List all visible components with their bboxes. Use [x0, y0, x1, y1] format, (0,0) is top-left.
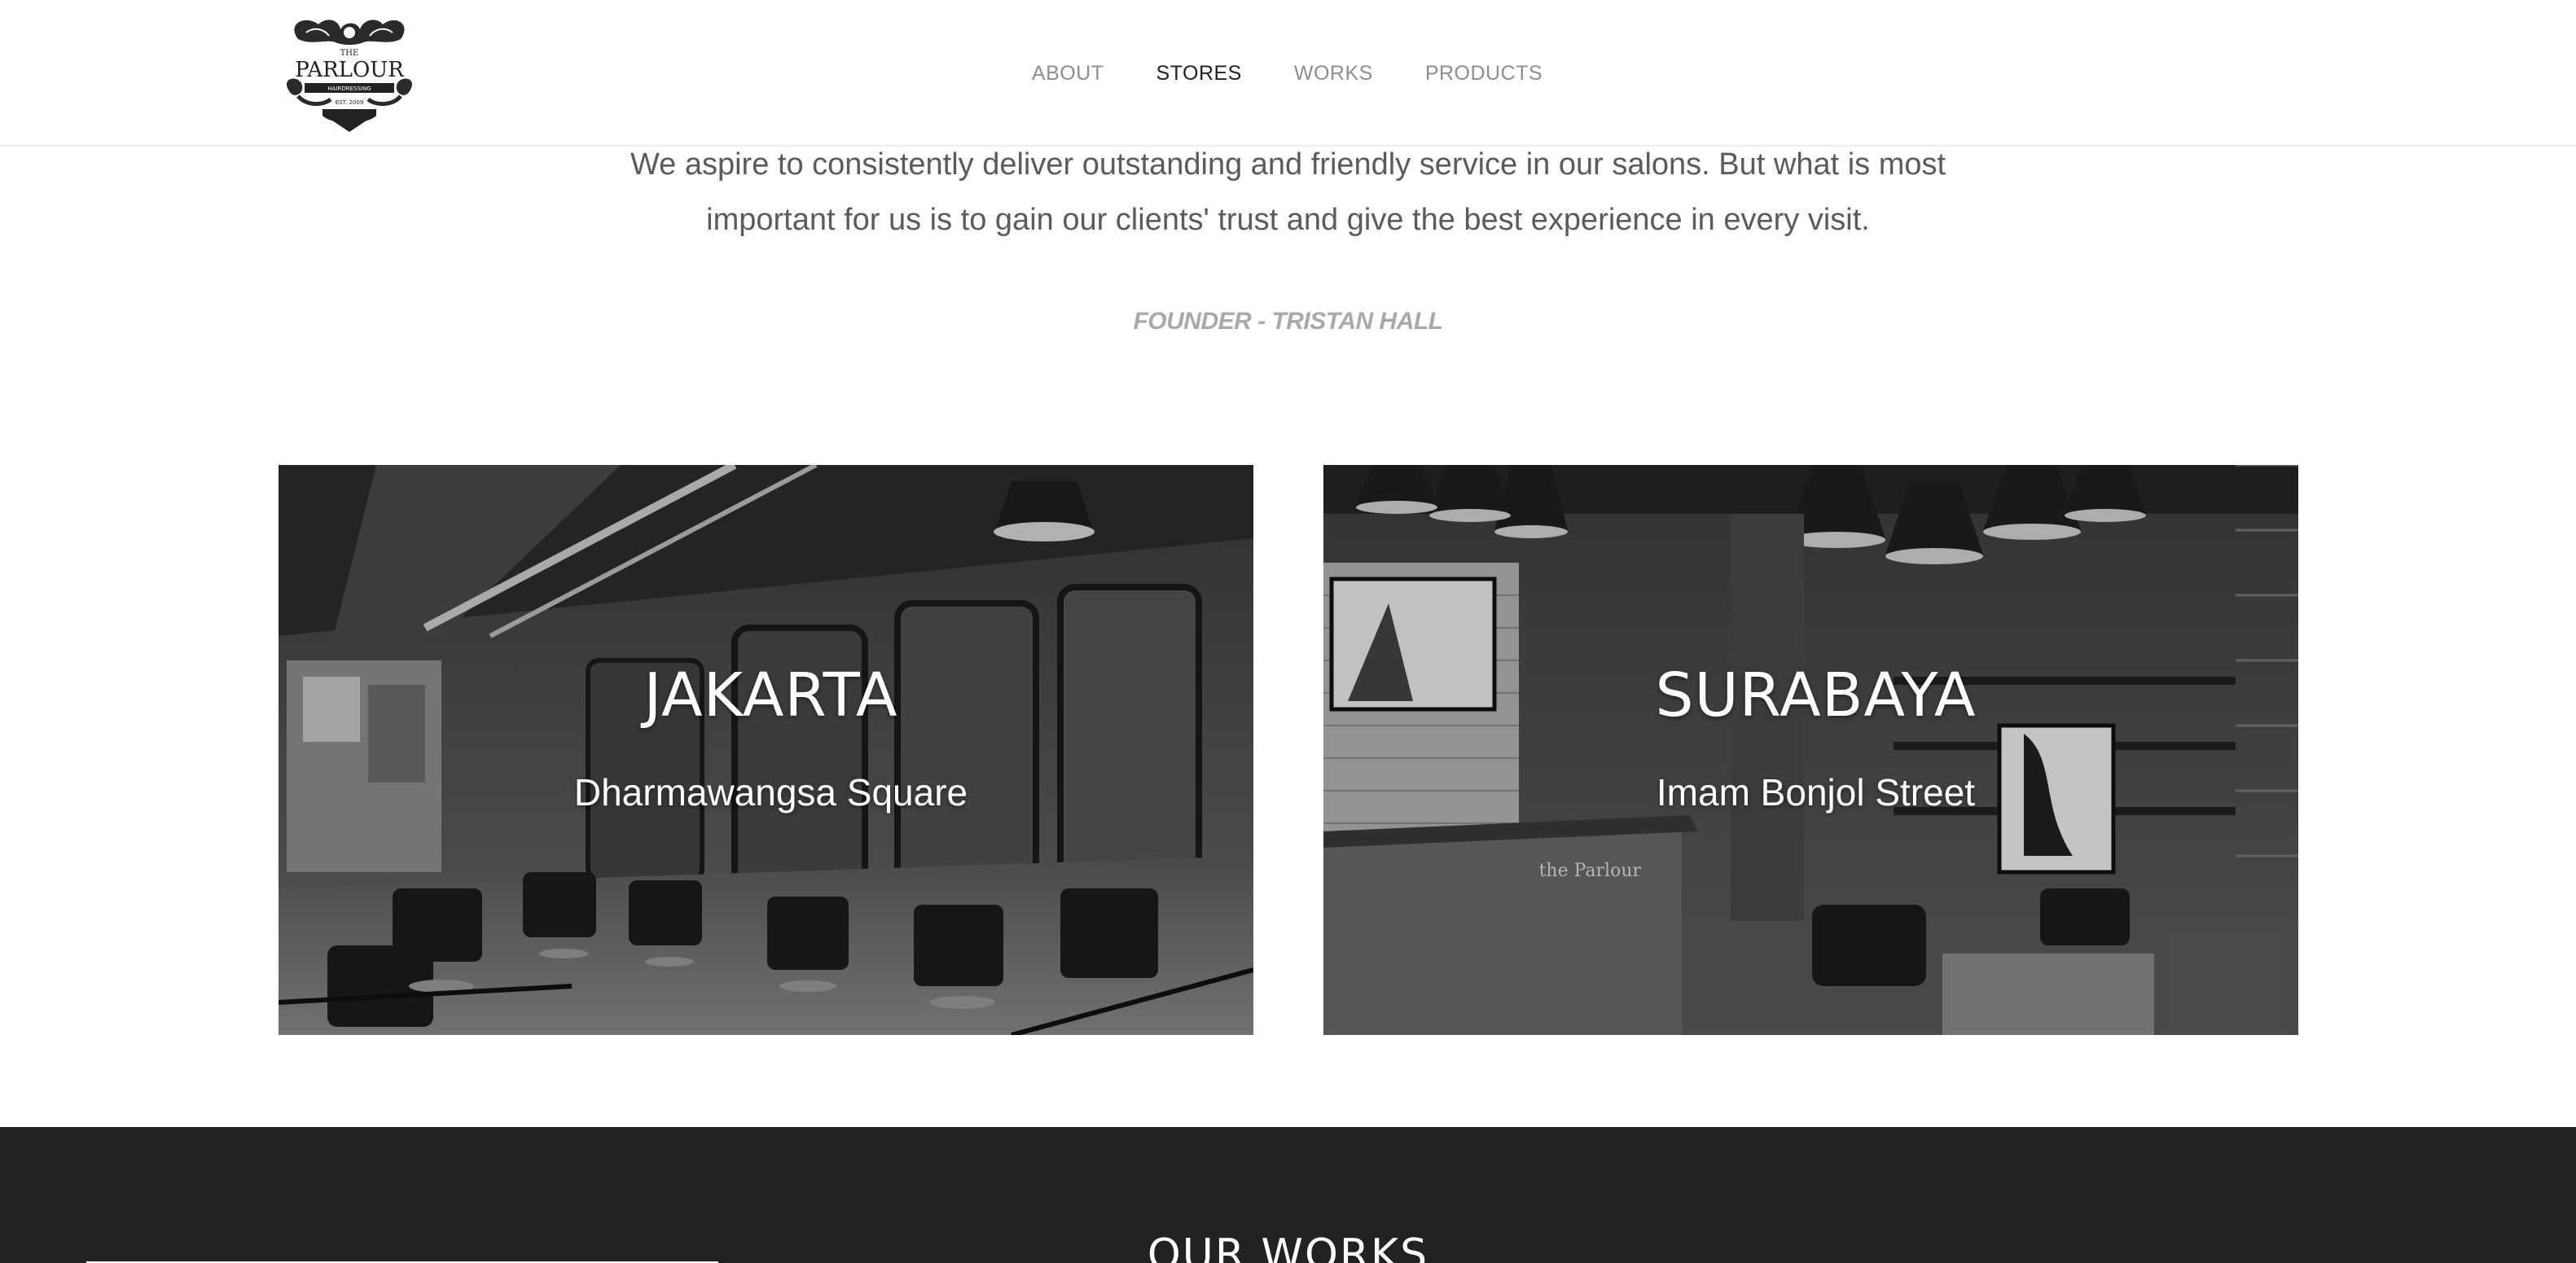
store-city-jakarta: JAKARTA: [643, 660, 898, 730]
store-city-surabaya: SURABAYA: [1655, 660, 1977, 730]
nav-stores[interactable]: STORES: [1156, 62, 1242, 86]
works-title: OUR WORKS: [1147, 1230, 1429, 1263]
card-overlay: [1323, 465, 2298, 1035]
store-card-jakarta[interactable]: JAKARTA Dharmawangsa Square: [279, 465, 1253, 1035]
founder-quote: We aspire to consistently deliver outsta…: [0, 137, 2576, 248]
site-header: THE PARLOUR HAIRDRESSING EST. 2009 ABOUT…: [0, 0, 2576, 147]
store-address-surabaya: Imam Bonjol Street: [1656, 771, 1976, 813]
quote-attribution: FOUNDER - TRISTAN HALL: [1133, 308, 1443, 335]
store-address-jakarta: Dharmawangsa Square: [573, 771, 968, 813]
store-card-surabaya[interactable]: the Parlour SURABAYA Imam Bonjol Street: [1323, 465, 2298, 1035]
card-overlay: [279, 465, 1253, 1035]
nav-products[interactable]: PRODUCTS: [1425, 62, 1543, 86]
nav-works[interactable]: WORKS: [1294, 62, 1373, 86]
quote-line-2: important for us is to gain our clients'…: [706, 203, 1870, 237]
works-section: OUR WORKS: [0, 1127, 2576, 1263]
nav-about[interactable]: ABOUT: [1032, 62, 1104, 86]
main-nav: ABOUT STORES WORKS PRODUCTS: [0, 0, 2576, 147]
